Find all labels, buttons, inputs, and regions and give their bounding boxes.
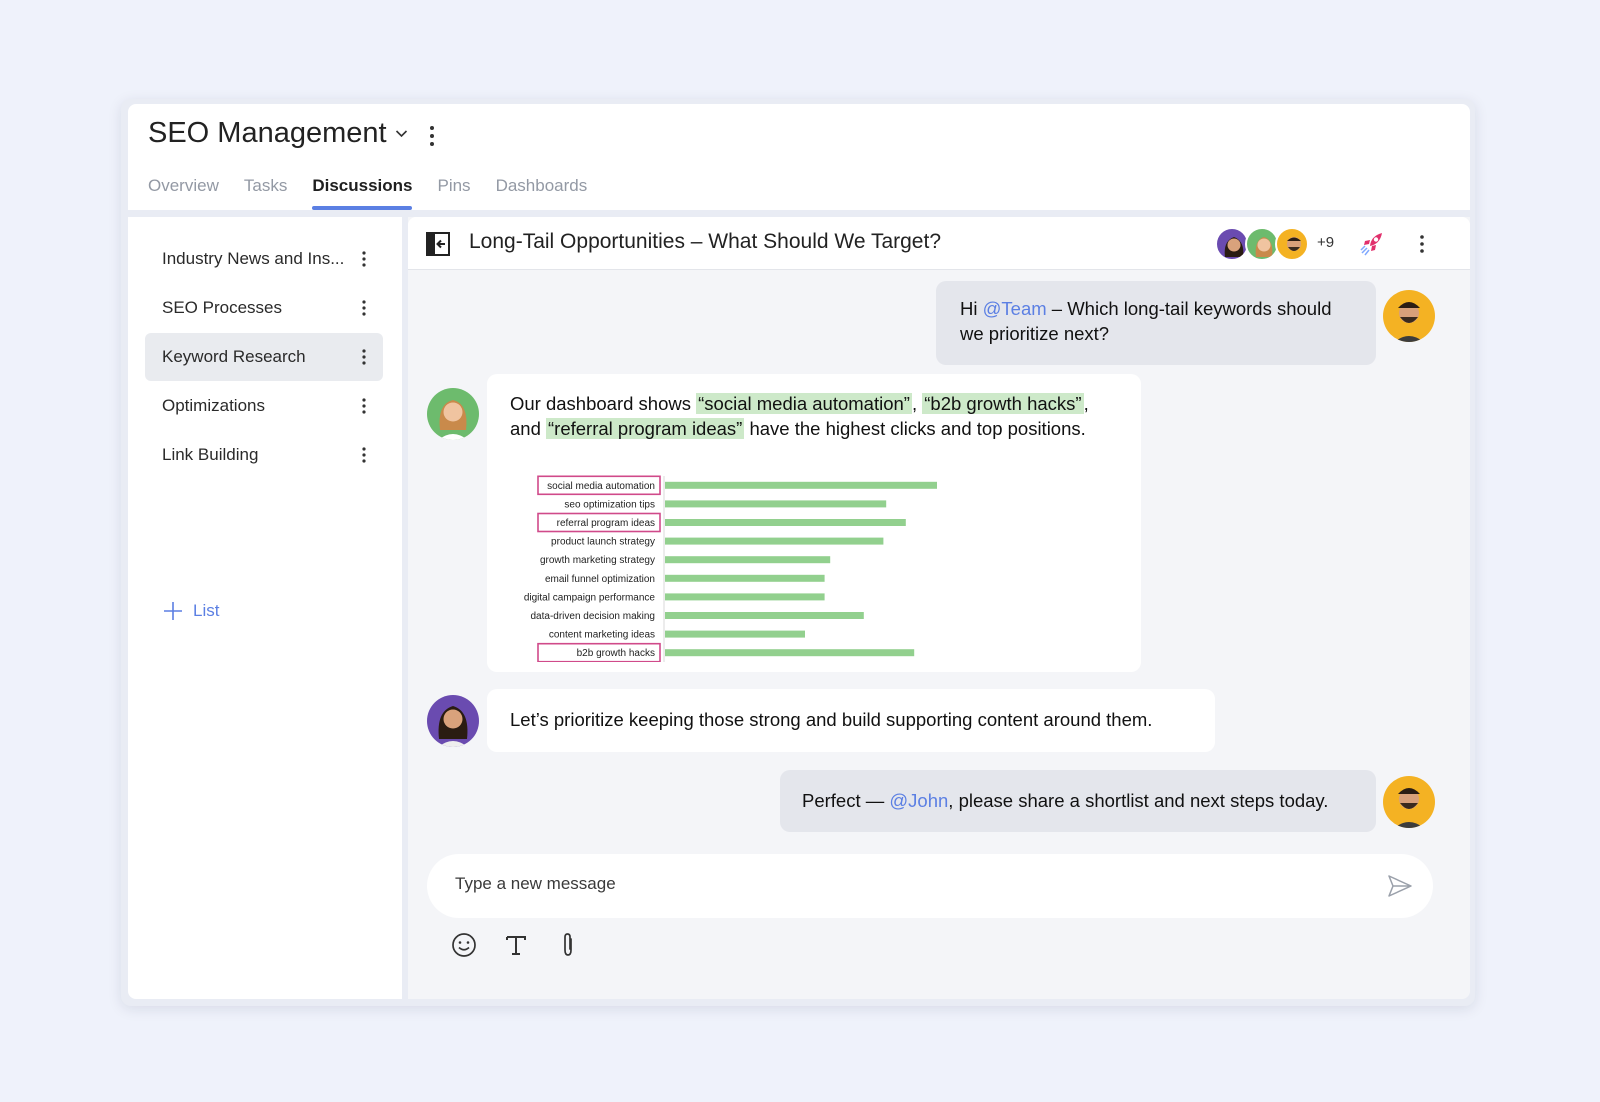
message-text: , please share a shortlist and next step… (948, 790, 1329, 811)
more-icon[interactable] (360, 347, 368, 367)
category-label: product launch strategy (551, 537, 655, 548)
send-icon[interactable] (1387, 873, 1413, 899)
message-text: Perfect — (802, 790, 890, 811)
more-icon[interactable] (360, 445, 368, 465)
text-format-icon[interactable] (502, 931, 530, 959)
project-title-dropdown[interactable]: SEO Management (148, 117, 408, 150)
emoji-icon[interactable] (450, 931, 478, 959)
text-segment: have the highest clicks and top position… (744, 418, 1086, 439)
more-icon[interactable] (360, 396, 368, 416)
members-more-count[interactable]: +9 (1317, 234, 1334, 251)
message-composer (427, 854, 1433, 918)
chat-more-icon[interactable] (1418, 233, 1426, 255)
rocket-icon[interactable] (1358, 230, 1386, 258)
mention-link[interactable]: @John (889, 790, 948, 811)
sidebar-item-label: SEO Processes (162, 298, 282, 317)
tab-pins[interactable]: Pins (437, 176, 470, 210)
add-list-button[interactable]: List (163, 601, 219, 621)
category-label: seo optimization tips (564, 499, 655, 510)
sidebar-item-label: Keyword Research (162, 347, 306, 366)
sidebar-item-keyword-research[interactable]: Keyword Research (145, 333, 383, 381)
chevron-down-icon (395, 130, 407, 138)
chat-header: Long-Tail Opportunities – What Should We… (408, 217, 1470, 270)
message-text: Hi (960, 298, 983, 319)
project-more-icon[interactable] (428, 124, 436, 148)
bar (665, 574, 825, 582)
sidebar-item-label: Link Building (162, 445, 259, 464)
sidebar-item-label: Optimizations (162, 396, 265, 415)
collapse-panel-icon[interactable] (426, 232, 450, 256)
bar (665, 612, 864, 619)
mention-link[interactable]: @Team (983, 298, 1047, 319)
project-title: SEO Management (148, 117, 387, 149)
message-bubble: Hi @Team – Which long-tail keywords shou… (936, 281, 1376, 365)
sidebar-item-industry-news[interactable]: Industry News and Ins... (145, 235, 383, 283)
tab-overview[interactable]: Overview (148, 176, 219, 210)
category-label: content marketing ideas (549, 630, 655, 641)
text-segment: Our dashboard shows (510, 393, 697, 414)
more-icon[interactable] (360, 249, 368, 269)
message-bubble: Our dashboard shows “social media automa… (487, 374, 1141, 672)
message-text: Our dashboard shows “social media automa… (510, 391, 1118, 441)
member-avatar[interactable] (1245, 227, 1279, 261)
bar (665, 481, 937, 489)
discussion-sidebar: Industry News and Ins... SEO Processes K… (128, 217, 402, 999)
tab-dashboards[interactable]: Dashboards (496, 176, 588, 210)
avatar[interactable] (427, 388, 479, 440)
category-label: social media automation (547, 481, 655, 492)
text-segment: , (911, 393, 923, 414)
avatar[interactable] (1383, 776, 1435, 828)
member-avatar[interactable] (1215, 227, 1249, 261)
bar (665, 630, 805, 638)
avatar[interactable] (1383, 290, 1435, 342)
member-avatar[interactable] (1275, 227, 1309, 261)
message-bubble: Let’s prioritize keeping those strong an… (487, 689, 1215, 752)
bar (665, 649, 915, 657)
bar (665, 500, 887, 508)
category-label: digital campaign performance (524, 592, 656, 603)
attachment-icon[interactable] (554, 931, 582, 959)
keyword-highlight: “social media automation” (696, 393, 912, 414)
keyword-highlight: “referral program ideas” (546, 418, 745, 439)
category-label: b2b growth hacks (577, 648, 655, 659)
keyword-highlight: “b2b growth hacks” (922, 393, 1084, 414)
bar (665, 519, 906, 526)
tab-tasks[interactable]: Tasks (244, 176, 287, 210)
message-text: Let’s prioritize keeping those strong an… (510, 709, 1153, 730)
category-label: data-driven decision making (530, 611, 655, 622)
bar (665, 556, 831, 564)
message-input[interactable] (455, 874, 1335, 894)
message-bubble: Perfect — @John, please share a shortlis… (780, 770, 1376, 832)
avatar[interactable] (427, 695, 479, 747)
sidebar-item-optimizations[interactable]: Optimizations (145, 382, 383, 430)
tab-discussions[interactable]: Discussions (312, 176, 413, 210)
sidebar-item-link-building[interactable]: Link Building (145, 431, 383, 479)
plus-icon (164, 602, 182, 620)
category-label: email funnel optimization (545, 574, 655, 585)
bar (665, 593, 825, 601)
more-icon[interactable] (360, 298, 368, 318)
sidebar-item-label: Industry News and Ins... (162, 249, 345, 268)
discussion-title: Long-Tail Opportunities – What Should We… (469, 230, 941, 253)
category-label: referral program ideas (557, 518, 655, 529)
chat-panel: Long-Tail Opportunities – What Should We… (408, 217, 1470, 999)
project-header: SEO Management Overview Tasks Discussion… (128, 104, 1470, 210)
sidebar-item-seo-processes[interactable]: SEO Processes (145, 284, 383, 332)
tab-bar: Overview Tasks Discussions Pins Dashboar… (148, 176, 612, 210)
add-list-label: List (193, 601, 220, 620)
keyword-bar-chart: social media automation seo optimization … (524, 475, 937, 662)
app-window: SEO Management Overview Tasks Discussion… (121, 99, 1475, 1006)
category-label: growth marketing strategy (540, 555, 655, 566)
bar (665, 537, 884, 545)
